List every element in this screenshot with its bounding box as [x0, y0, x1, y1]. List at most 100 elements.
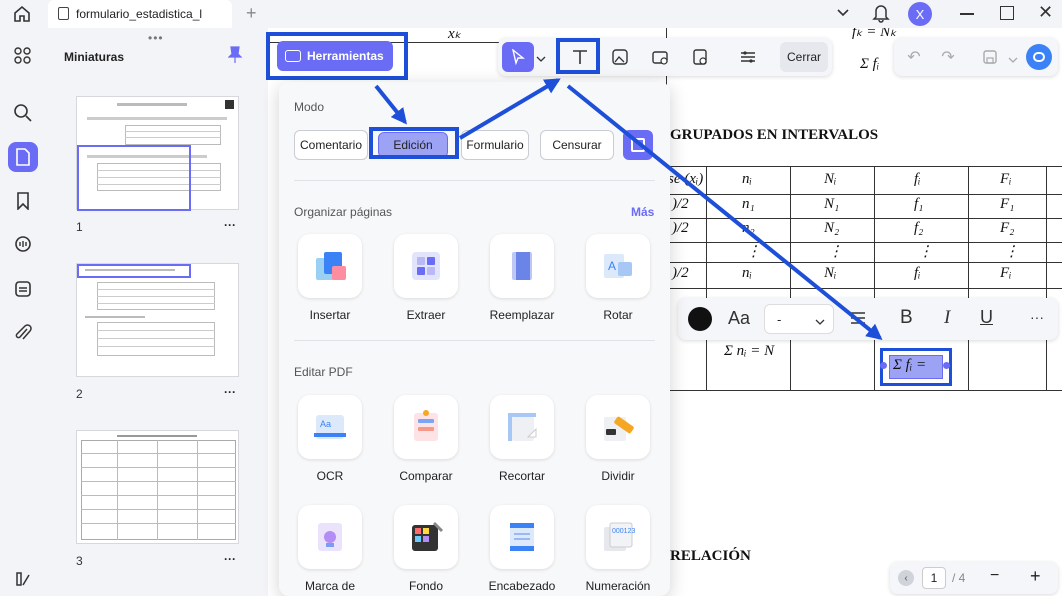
- chevron-down-icon[interactable]: [536, 51, 546, 69]
- document-tab[interactable]: formulario_estadistica_l: [48, 0, 232, 28]
- chevron-down-icon[interactable]: [836, 5, 850, 24]
- page-thumbnail[interactable]: [76, 263, 239, 377]
- ocr-icon: Aa: [298, 395, 362, 459]
- insert-pages-icon: [298, 234, 362, 298]
- align-icon[interactable]: [850, 311, 866, 330]
- tools-button[interactable]: Herramientas: [277, 41, 393, 71]
- thumbnails-icon[interactable]: [8, 142, 38, 172]
- prev-page-button[interactable]: ‹: [898, 570, 914, 586]
- svg-text:Aa: Aa: [320, 419, 331, 429]
- redo-icon[interactable]: ↷: [932, 42, 964, 72]
- pin-icon[interactable]: [227, 46, 243, 69]
- close-edit-button[interactable]: Cerrar: [780, 42, 828, 72]
- selected-formula-box[interactable]: Σ fᵢ =: [880, 348, 952, 386]
- chevron-down-icon[interactable]: [1008, 52, 1018, 70]
- page-more-button[interactable]: ···: [224, 385, 236, 399]
- italic-icon[interactable]: I: [944, 307, 950, 329]
- search-icon[interactable]: [8, 98, 38, 128]
- table-cell: n₁: [742, 196, 755, 212]
- mode-comment-button[interactable]: Comentario: [294, 130, 368, 160]
- apps-icon[interactable]: [8, 41, 38, 71]
- page-more-button[interactable]: ···: [224, 552, 236, 566]
- background-tool[interactable]: Fondo: [378, 505, 474, 593]
- table-cell: N₂: [824, 220, 840, 236]
- avatar[interactable]: X: [908, 2, 932, 26]
- page-thumbnail[interactable]: [76, 430, 239, 544]
- tab-title: formulario_estadistica_l: [76, 7, 203, 21]
- watermark-tool[interactable]: Marca de: [282, 505, 378, 593]
- add-image-tool-button[interactable]: [604, 42, 636, 72]
- split-tool[interactable]: Dividir: [570, 395, 666, 483]
- toolbox-icon: [285, 50, 301, 62]
- svg-text:A: A: [608, 259, 616, 273]
- close-window-button[interactable]: ✕: [1038, 2, 1053, 23]
- pagination-bar: ‹ 1 / 4 − +: [890, 562, 1058, 594]
- tools-dropdown-panel: Modo Comentario Edición Formulario Censu…: [279, 82, 670, 596]
- new-tab-button[interactable]: +: [246, 3, 257, 24]
- underline-icon[interactable]: U: [980, 307, 993, 328]
- mode-form-button[interactable]: Formulario: [461, 130, 529, 160]
- bold-icon[interactable]: B: [900, 307, 913, 329]
- tool-label: Marca de: [304, 579, 356, 593]
- font-size-select[interactable]: -: [764, 304, 834, 334]
- tool-label: Numeración: [585, 579, 651, 593]
- ocr-mode-icon[interactable]: [623, 130, 653, 160]
- table-header-cell: fᵢ: [914, 171, 921, 187]
- page-more-button[interactable]: ···: [224, 218, 236, 232]
- comments-icon[interactable]: [8, 230, 38, 260]
- zoom-in-button[interactable]: +: [1030, 566, 1041, 587]
- header-footer-tool[interactable]: Encabezado: [474, 505, 570, 593]
- bell-icon[interactable]: [872, 3, 890, 28]
- zoom-out-button[interactable]: −: [990, 567, 999, 585]
- bates-numbering-tool[interactable]: 000123 Numeración: [570, 505, 666, 593]
- insert-tool[interactable]: Insertar: [282, 234, 378, 322]
- layers-icon[interactable]: [8, 564, 38, 594]
- tool-label: Fondo: [408, 579, 444, 593]
- crop-tool[interactable]: Recortar: [474, 395, 570, 483]
- table-header-cell: Nᵢ: [824, 171, 837, 187]
- settings-sliders-icon[interactable]: [732, 42, 764, 72]
- more-link[interactable]: Más: [631, 205, 654, 219]
- add-link-tool-button[interactable]: [644, 42, 676, 72]
- table-cell: ⋮: [1004, 244, 1019, 260]
- drag-handle[interactable]: •••: [148, 31, 164, 45]
- tool-label: Rotar: [603, 308, 633, 322]
- more-options-icon[interactable]: ···: [1030, 309, 1044, 325]
- page-input[interactable]: 1: [922, 567, 946, 589]
- stamp-icon[interactable]: [8, 274, 38, 304]
- extract-pages-icon: [394, 234, 458, 298]
- section-heading: RELACIÓN: [670, 548, 751, 564]
- table-cell: Nᵢ: [824, 265, 837, 281]
- text-color-picker[interactable]: [688, 307, 712, 331]
- save-icon[interactable]: [974, 42, 1006, 72]
- table-cell: n₂: [742, 220, 755, 236]
- maximize-button[interactable]: [1000, 6, 1014, 20]
- compare-tool[interactable]: Comparar: [378, 395, 474, 483]
- section-heading: GRUPADOS EN INTERVALOS: [670, 127, 879, 143]
- table-cell: ⋮: [918, 244, 933, 260]
- mode-redact-button[interactable]: Censurar: [540, 130, 614, 160]
- page-thumbnail[interactable]: [76, 96, 239, 211]
- table-cell: ⋮: [828, 244, 843, 260]
- font-button[interactable]: Aa: [728, 308, 750, 329]
- table-cell: nᵢ: [742, 265, 752, 281]
- sum-n-formula: Σ nᵢ = N: [724, 343, 775, 359]
- background-icon: [394, 505, 458, 569]
- home-icon[interactable]: [12, 4, 34, 24]
- watermark-icon: [298, 505, 362, 569]
- table-cell: )/2: [672, 220, 689, 236]
- ai-assistant-icon[interactable]: [1026, 44, 1052, 70]
- undo-icon[interactable]: ↶: [898, 42, 930, 72]
- minimize-button[interactable]: [960, 13, 974, 15]
- ocr-tool[interactable]: Aa OCR: [282, 395, 378, 483]
- bookmark-icon[interactable]: [8, 186, 38, 216]
- rotate-tool[interactable]: A Rotar: [570, 234, 666, 322]
- thumbnails-panel: ••• Miniaturas 1 ··· 2 ··· 3 ···: [48, 28, 268, 596]
- extract-tool[interactable]: Extraer: [378, 234, 474, 322]
- select-tool-button[interactable]: [502, 42, 534, 72]
- svg-text:000123: 000123: [612, 528, 635, 535]
- replace-tool[interactable]: Reemplazar: [474, 234, 570, 322]
- attachment-icon[interactable]: [8, 318, 38, 348]
- top-fk: fₖ = Nₖ: [852, 28, 897, 40]
- watermark-tool-button[interactable]: [684, 42, 716, 72]
